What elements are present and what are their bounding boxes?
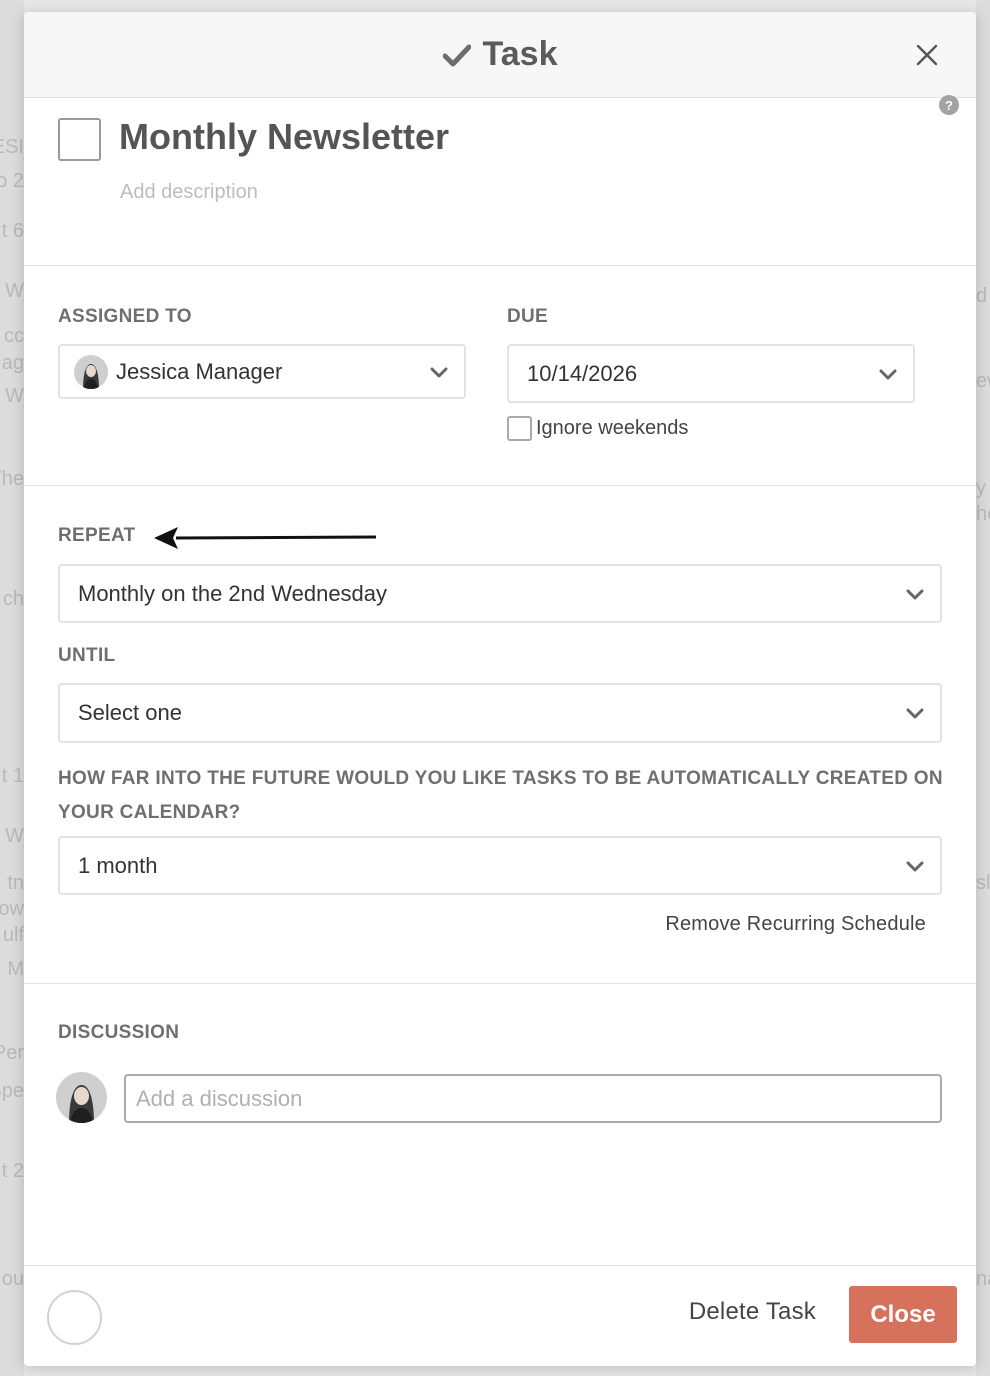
delete-task-button[interactable]: Delete Task: [689, 1298, 816, 1326]
task-title-section: Monthly Newsletter Add description: [24, 98, 976, 266]
future-value: 1 month: [78, 852, 158, 878]
chevron-down-icon: [879, 361, 897, 387]
assignee-name: Jessica Manager: [116, 358, 283, 384]
assignment-section: ASSIGNED TO Jessica Manager DUE 10/14/20…: [24, 266, 976, 486]
remove-recurring-link[interactable]: Remove Recurring Schedule: [665, 913, 926, 936]
bg-text: t 1: [1, 765, 24, 787]
task-modal: Task ? Monthly Newsletter Add descriptio…: [24, 12, 976, 1366]
bg-text: ou: [1, 1268, 24, 1290]
bg-text: ESI: [0, 136, 24, 158]
assigned-to-label: ASSIGNED TO: [58, 306, 192, 327]
bg-text: ow: [0, 898, 24, 920]
due-date-select[interactable]: 10/14/2026: [507, 344, 915, 403]
complete-circle-button[interactable]: [47, 1290, 102, 1345]
bg-text: y: [976, 477, 986, 499]
close-button[interactable]: Close: [849, 1286, 957, 1343]
background-app-left: ESI o 2 t 6 W cc ag W The ch t 1 W tn ow…: [0, 0, 24, 1376]
assignee-select[interactable]: Jessica Manager: [58, 344, 466, 399]
arrow-left-icon: [152, 524, 378, 557]
chevron-down-icon: [906, 700, 924, 726]
future-select[interactable]: 1 month: [58, 836, 942, 895]
bg-text: ch: [2, 588, 24, 610]
discussion-section: DISCUSSION: [24, 984, 976, 1266]
ignore-weekends-checkbox[interactable]: [507, 416, 532, 441]
due-date-value: 10/14/2026: [527, 360, 638, 386]
bg-text: ulf: [2, 924, 24, 946]
repeat-label: REPEAT: [58, 525, 136, 546]
until-label: UNTIL: [58, 645, 116, 666]
repeat-select[interactable]: Monthly on the 2nd Wednesday: [58, 564, 942, 623]
recurrence-section: REPEAT Monthly on the 2nd Wednesday UNTI…: [24, 486, 976, 984]
until-select[interactable]: Select one: [58, 683, 942, 743]
bg-text: he: [976, 503, 990, 525]
bg-text: W: [5, 385, 24, 407]
task-name[interactable]: Monthly Newsletter: [119, 116, 449, 158]
bg-text: na: [976, 1268, 990, 1290]
due-label: DUE: [507, 306, 549, 327]
modal-title-text: Task: [482, 35, 558, 73]
bg-text: t 2: [1, 1160, 24, 1182]
task-complete-checkbox[interactable]: [58, 118, 101, 161]
chevron-down-icon: [430, 359, 448, 385]
repeat-value: Monthly on the 2nd Wednesday: [78, 580, 388, 606]
bg-text: W: [5, 280, 24, 302]
chevron-down-icon: [906, 581, 924, 607]
close-icon[interactable]: [912, 40, 942, 70]
bg-text: Per: [0, 1042, 24, 1064]
ignore-weekends-label: Ignore weekends: [536, 417, 689, 439]
bg-text: ew: [976, 370, 990, 392]
bg-text: W: [5, 825, 24, 847]
background-app-right: d ew y he sl na: [976, 0, 990, 1376]
bg-text: cc: [4, 325, 24, 347]
discussion-input[interactable]: [124, 1074, 942, 1123]
modal-title: Task: [442, 35, 558, 74]
future-label: HOW FAR INTO THE FUTURE WOULD YOU LIKE T…: [58, 768, 943, 823]
bg-text: tn: [7, 872, 24, 894]
bg-text: Spe: [0, 1080, 24, 1102]
avatar: [74, 354, 108, 389]
until-value: Select one: [78, 700, 182, 725]
checkmark-icon: [442, 43, 471, 67]
modal-footer: Delete Task Close: [24, 1266, 976, 1366]
discussion-label: DISCUSSION: [58, 1022, 180, 1043]
bg-text: d: [976, 285, 988, 307]
ignore-weekends-toggle[interactable]: Ignore weekends: [507, 416, 688, 441]
modal-header: Task: [24, 12, 976, 98]
bg-text: ag: [1, 352, 24, 374]
bg-text: sl: [976, 872, 990, 894]
bg-text: M: [7, 958, 24, 980]
avatar: [56, 1072, 107, 1123]
bg-text: t 6: [1, 220, 24, 242]
bg-text: The: [0, 468, 24, 490]
chevron-down-icon: [906, 853, 924, 879]
add-description[interactable]: Add description: [120, 181, 258, 204]
bg-text: o 2: [0, 170, 24, 192]
